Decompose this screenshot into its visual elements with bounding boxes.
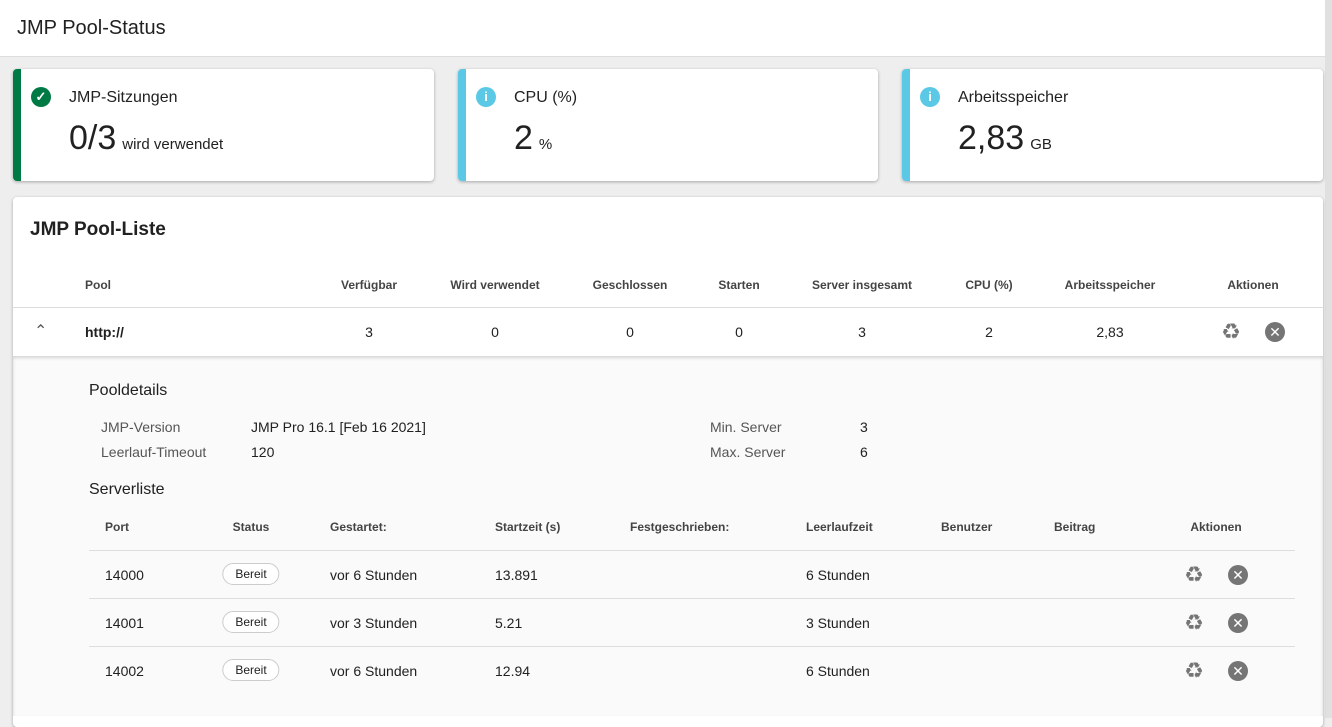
jmp-version-label: JMP-Version: [101, 419, 181, 435]
recycle-icon[interactable]: ♻: [1184, 564, 1204, 586]
card-value: 2,83 GB: [958, 119, 1052, 158]
cell-started: vor 6 Stunden: [330, 567, 418, 583]
col-available: Verfügbar: [340, 278, 398, 292]
value: 0/3: [69, 119, 117, 157]
status-badge: Bereit: [222, 611, 280, 633]
page-header: JMP Pool-Status: [0, 0, 1325, 57]
cell-closed: 0: [626, 324, 634, 340]
card-title: CPU (%): [514, 89, 578, 106]
cell-idle: 6 Stunden: [806, 663, 870, 679]
table-header: Pool Verfügbar Wird verwendet Geschlosse…: [13, 278, 1323, 308]
col-idle: Leerlaufzeit: [806, 520, 873, 534]
collapse-chevron-icon[interactable]: ⌃: [34, 321, 47, 341]
card-value: 2%: [514, 119, 552, 158]
unit: wird verwendet: [122, 136, 224, 153]
col-committed: Festgeschrieben:: [630, 520, 730, 534]
close-icon[interactable]: ✕: [1228, 661, 1248, 681]
min-server-value: 3: [860, 419, 868, 435]
pool-list: JMP Pool-Liste Pool Verfügbar Wird verwe…: [13, 197, 1323, 727]
server-row: 14001 Bereit vor 3 Stunden 5.21 3 Stunden ♻ ✕: [89, 598, 1295, 646]
cell-port: 14001: [105, 615, 144, 631]
col-started: Gestartet:: [330, 520, 387, 534]
close-icon[interactable]: ✕: [1228, 565, 1248, 585]
pool-name: http://: [85, 324, 124, 340]
cell-startup: 13.891: [495, 567, 538, 583]
pool-list-title: JMP Pool-Liste: [30, 219, 166, 240]
cell-idle: 3 Stunden: [806, 615, 870, 631]
status-badge: Bereit: [222, 563, 280, 585]
page-title: JMP Pool-Status: [17, 17, 166, 39]
unit: GB: [1030, 136, 1052, 153]
card-sessions: ✓ JMP-Sitzungen 0/3 wird verwendet: [13, 69, 434, 181]
recycle-icon[interactable]: ♻: [1184, 612, 1204, 634]
card-cpu: i CPU (%) 2%: [458, 69, 878, 181]
card-memory: i Arbeitsspeicher 2,83 GB: [902, 69, 1323, 181]
status-bar: [13, 69, 21, 181]
cell-started: vor 6 Stunden: [330, 663, 418, 679]
table-row: ⌃ http:// 3 0 0 0 3 2 2,83 ♻ ✕: [13, 309, 1323, 356]
jmp-version-value: JMP Pro 16.1 [Feb 16 2021]: [251, 419, 426, 435]
cell-starting: 0: [735, 324, 743, 340]
cell-available: 3: [365, 324, 373, 340]
cell-in-use: 0: [491, 324, 499, 340]
col-actions: Aktionen: [1227, 278, 1279, 292]
recycle-icon[interactable]: ♻: [1184, 660, 1204, 682]
info-icon: i: [920, 87, 940, 107]
col-contribution: Beitrag: [1054, 520, 1096, 534]
col-cpu: CPU (%): [965, 278, 1013, 292]
unit: %: [538, 136, 553, 153]
col-memory: Arbeitsspeicher: [1064, 278, 1156, 292]
col-startup: Startzeit (s): [495, 520, 561, 534]
status-badge: Bereit: [222, 659, 280, 681]
scrollbar[interactable]: [1325, 0, 1332, 718]
cell-cpu: 2: [985, 324, 993, 340]
info-icon: i: [476, 87, 496, 107]
col-total: Server insgesamt: [811, 278, 913, 292]
cell-idle: 6 Stunden: [806, 567, 870, 583]
serverlist-heading: Serverliste: [89, 481, 165, 498]
max-server-value: 6: [860, 444, 868, 460]
check-circle-icon: ✓: [31, 87, 51, 107]
value: 2,83: [958, 119, 1025, 157]
max-server-label: Max. Server: [710, 444, 786, 460]
idle-timeout-label: Leerlauf-Timeout: [101, 444, 207, 460]
col-closed: Geschlossen: [592, 278, 668, 292]
close-icon[interactable]: ✕: [1228, 613, 1248, 633]
col-port: Port: [105, 520, 129, 534]
cell-started: vor 3 Stunden: [330, 615, 418, 631]
card-title: JMP-Sitzungen: [69, 89, 178, 106]
cell-startup: 12.94: [495, 663, 531, 679]
cell-startup: 5.21: [495, 615, 523, 631]
server-row: 14000 Bereit vor 6 Stunden 13.891 6 Stunden ♻…: [89, 550, 1295, 598]
close-icon[interactable]: ✕: [1265, 322, 1285, 342]
cell-port: 14000: [105, 567, 144, 583]
cell-port: 14002: [105, 663, 144, 679]
col-pool: Pool: [85, 278, 111, 292]
recycle-icon[interactable]: ♻: [1221, 321, 1241, 343]
col-status: Status: [232, 520, 270, 534]
col-user: Benutzer: [941, 520, 993, 534]
card-title: Arbeitsspeicher: [958, 89, 1069, 106]
idle-timeout-value: 120: [251, 444, 275, 460]
card-value: 0/3 wird verwendet: [69, 119, 223, 158]
cell-memory: 2,83: [1096, 324, 1124, 340]
pool-details-panel: Pooldetails JMP-Version JMP Pro 16.1 [Fe…: [13, 356, 1323, 716]
status-bar: [902, 69, 910, 181]
value: 2: [514, 119, 533, 157]
pooldetails-heading: Pooldetails: [89, 382, 168, 399]
col-actions: Aktionen: [1190, 520, 1242, 534]
col-in-use: Wird verwendet: [450, 278, 540, 292]
col-starting: Starten: [718, 278, 760, 292]
cell-total: 3: [858, 324, 866, 340]
min-server-label: Min. Server: [710, 419, 782, 435]
status-bar: [458, 69, 466, 181]
server-row: 14002 Bereit vor 6 Stunden 12.94 6 Stunden ♻ ✕: [89, 646, 1295, 694]
